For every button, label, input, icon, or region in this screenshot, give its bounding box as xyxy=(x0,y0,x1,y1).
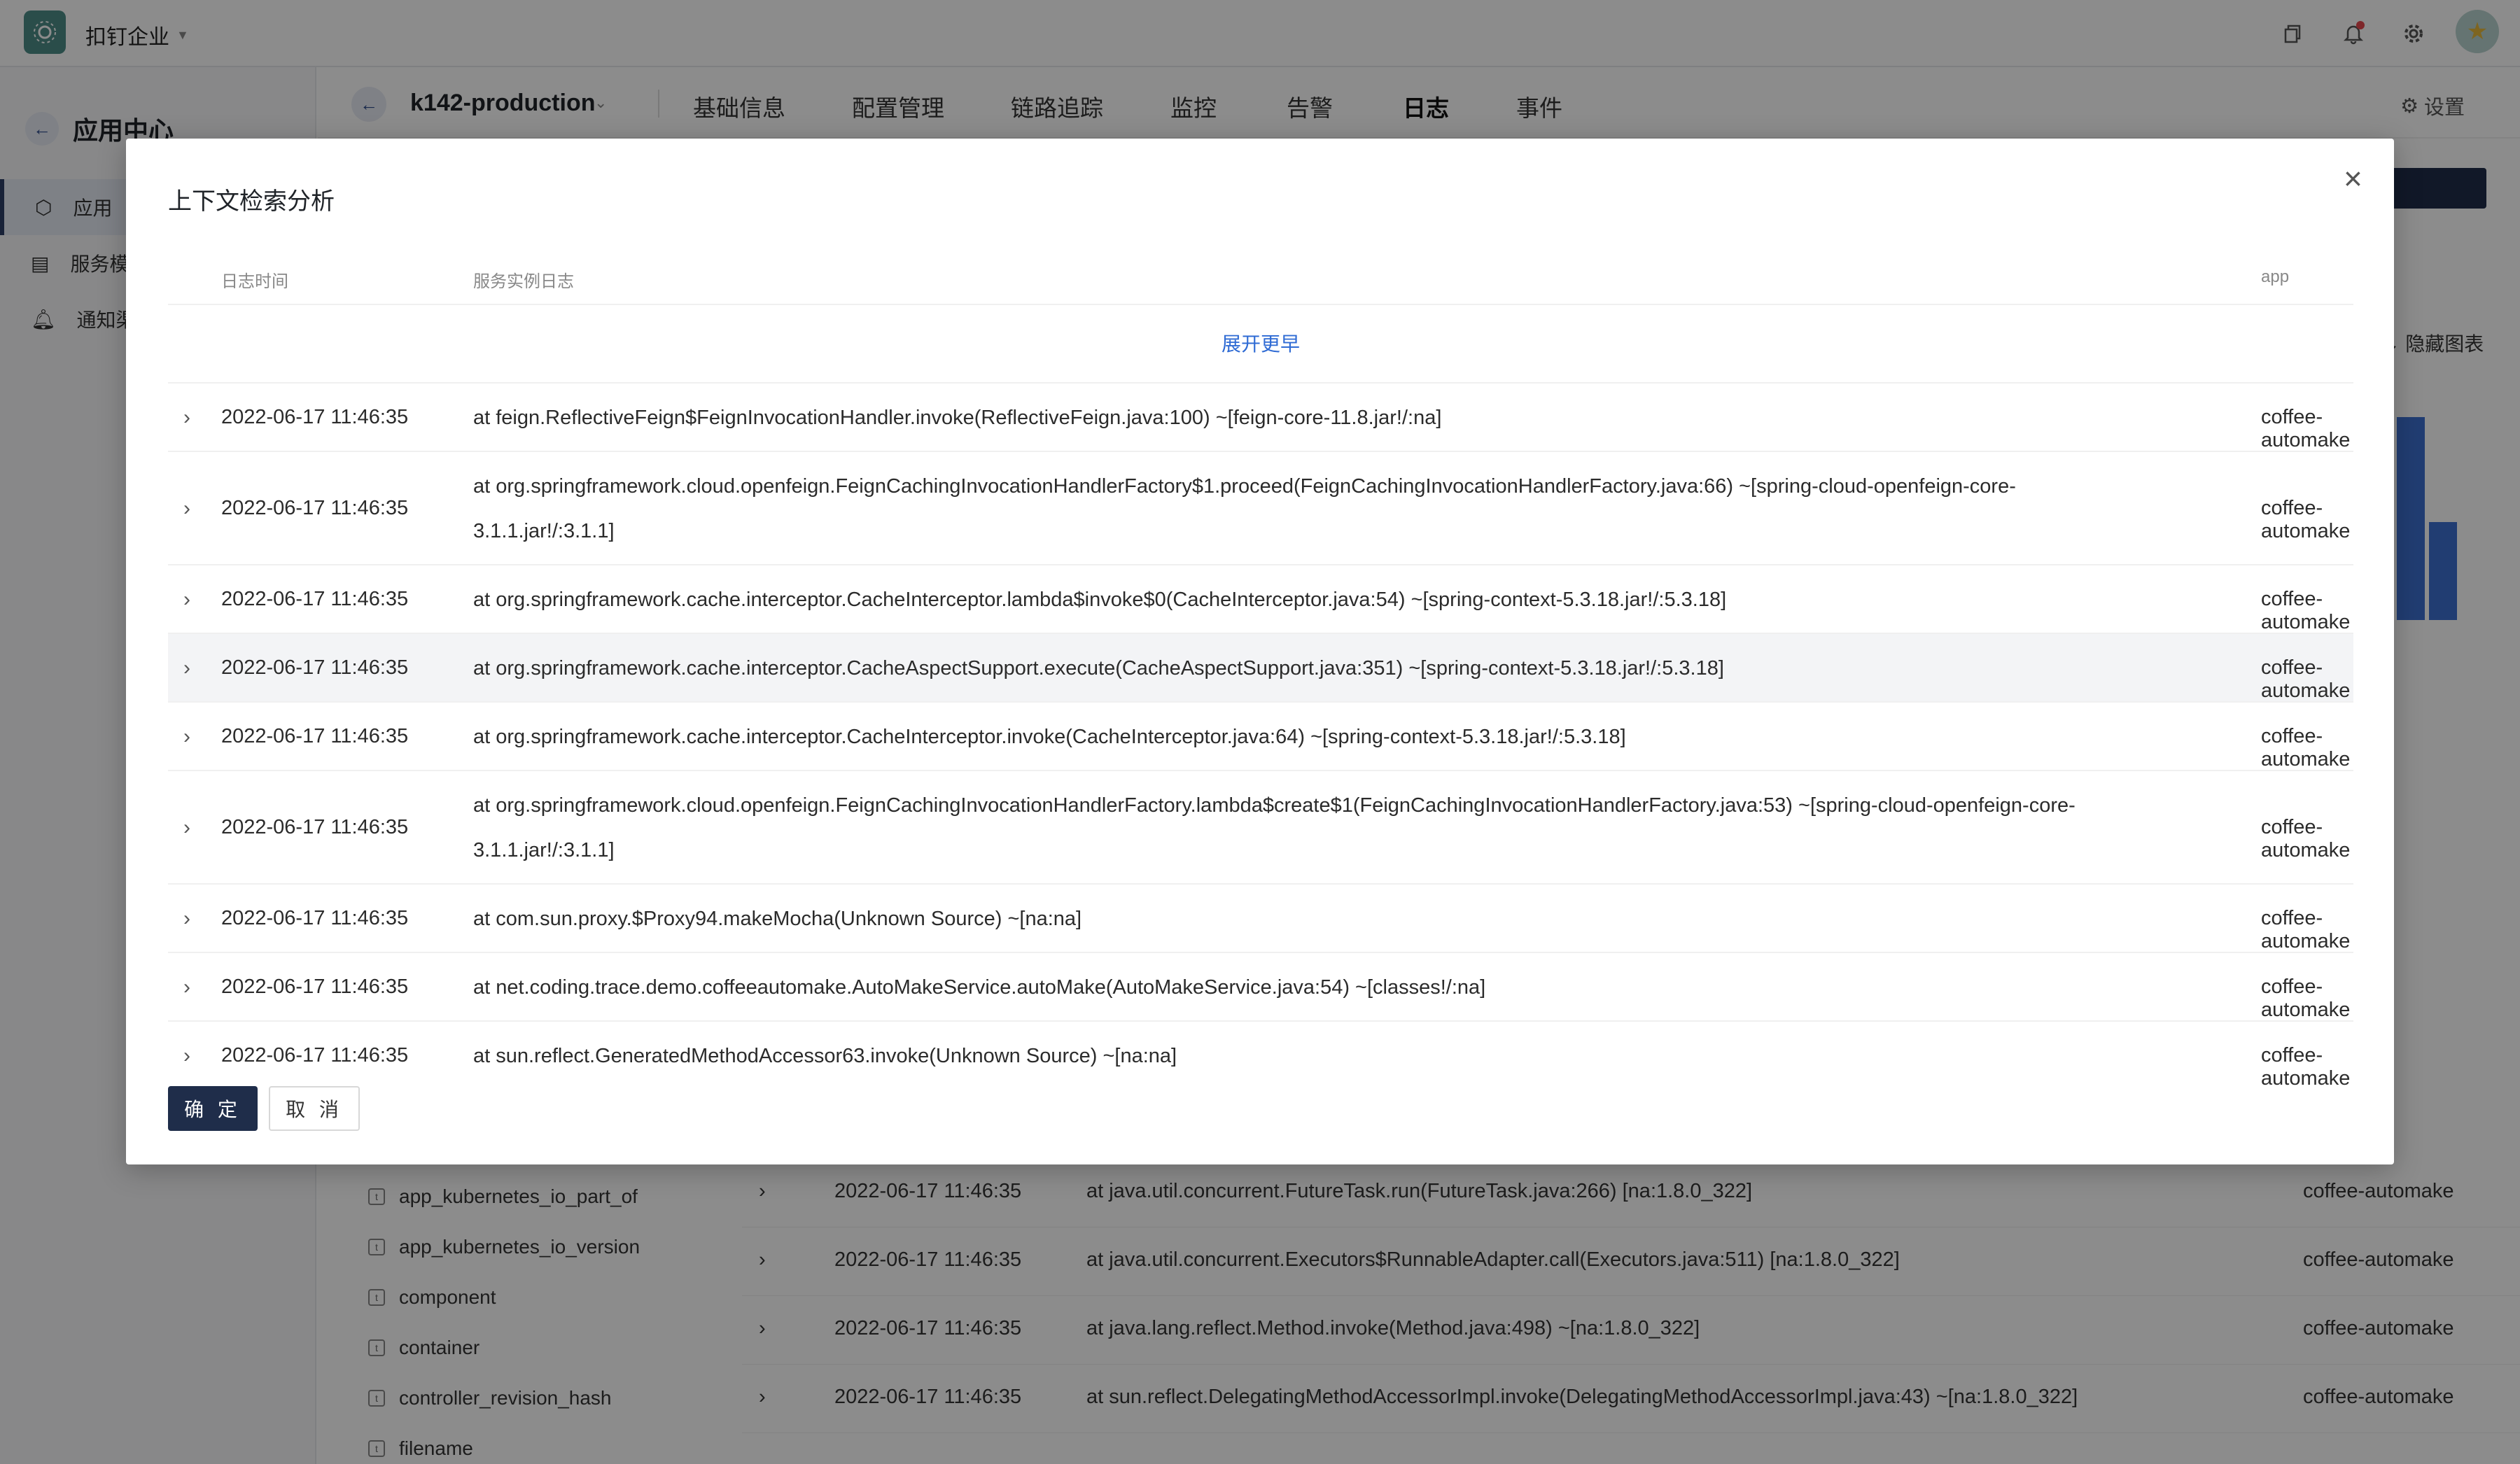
table-row[interactable]: › 2022-06-17 11:46:35 at feign.Reflectiv… xyxy=(168,383,2353,452)
log-time: 2022-06-17 11:46:35 xyxy=(221,1044,409,1067)
table-row[interactable]: › 2022-06-17 11:46:35 at com.sun.proxy.$… xyxy=(168,885,2353,953)
log-app: coffee-automake xyxy=(2261,1044,2351,1090)
chevron-right-icon[interactable]: › xyxy=(183,907,190,931)
table-row[interactable]: › 2022-06-17 11:46:35 at sun.reflect.Gen… xyxy=(168,1022,2353,1090)
log-app: coffee-automake xyxy=(2261,588,2351,633)
log-time: 2022-06-17 11:46:35 xyxy=(221,816,409,838)
log-time: 2022-06-17 11:46:35 xyxy=(221,588,409,610)
log-message: at org.springframework.cache.interceptor… xyxy=(473,589,1727,611)
chevron-right-icon[interactable]: › xyxy=(183,406,190,430)
close-icon[interactable]: × xyxy=(2344,162,2362,195)
chevron-right-icon[interactable]: › xyxy=(183,976,190,999)
chevron-right-icon[interactable]: › xyxy=(183,816,190,840)
confirm-button[interactable]: 确 定 xyxy=(168,1086,258,1131)
log-time: 2022-06-17 11:46:35 xyxy=(221,656,409,679)
table-row[interactable]: › 2022-06-17 11:46:35 at org.springframe… xyxy=(168,703,2353,771)
log-time: 2022-06-17 11:46:35 xyxy=(221,976,409,998)
log-message: at org.springframework.cloud.openfeign.F… xyxy=(473,794,2076,861)
log-message: at feign.ReflectiveFeign$FeignInvocation… xyxy=(473,407,1442,429)
table-row[interactable]: › 2022-06-17 11:46:35 at org.springframe… xyxy=(168,452,2353,565)
modal-title: 上下文检索分析 xyxy=(168,188,335,215)
log-app: coffee-automake xyxy=(2261,725,2351,770)
table-row[interactable]: › 2022-06-17 11:46:35 at org.springframe… xyxy=(168,634,2353,703)
log-app: coffee-automake xyxy=(2261,656,2351,702)
chevron-right-icon[interactable]: › xyxy=(183,588,190,612)
chevron-right-icon[interactable]: › xyxy=(183,725,190,749)
log-message: at org.springframework.cache.interceptor… xyxy=(473,657,1724,680)
table-row[interactable]: › 2022-06-17 11:46:35 at org.springframe… xyxy=(168,771,2353,885)
cancel-button[interactable]: 取 消 xyxy=(269,1086,360,1131)
log-time: 2022-06-17 11:46:35 xyxy=(221,907,409,929)
column-header-log: 服务实例日志 xyxy=(473,272,574,291)
context-search-modal: 上下文检索分析 × 日志时间 服务实例日志 app 展开更早 › 2022-06… xyxy=(126,139,2394,1164)
log-time: 2022-06-17 11:46:35 xyxy=(221,497,409,519)
chevron-right-icon[interactable]: › xyxy=(183,656,190,680)
log-app: coffee-automake xyxy=(2261,406,2351,451)
table-header: 日志时间 服务实例日志 app xyxy=(168,244,2353,305)
column-header-time: 日志时间 xyxy=(221,272,288,291)
log-message: at org.springframework.cache.interceptor… xyxy=(473,726,1626,748)
log-app: coffee-automake xyxy=(2261,497,2351,542)
log-table: 日志时间 服务实例日志 app 展开更早 › 2022-06-17 11:46:… xyxy=(168,244,2353,1090)
log-message: at sun.reflect.GeneratedMethodAccessor63… xyxy=(473,1045,1177,1067)
column-header-app: app xyxy=(2261,267,2290,286)
log-message: at net.coding.trace.demo.coffeeautomake.… xyxy=(473,976,1486,999)
expand-earlier-link[interactable]: 展开更早 xyxy=(168,305,2353,383)
log-app: coffee-automake xyxy=(2261,976,2351,1021)
log-time: 2022-06-17 11:46:35 xyxy=(221,406,409,428)
table-row[interactable]: › 2022-06-17 11:46:35 at net.coding.trac… xyxy=(168,953,2353,1022)
log-time: 2022-06-17 11:46:35 xyxy=(221,725,409,747)
log-message: at com.sun.proxy.$Proxy94.makeMocha(Unkn… xyxy=(473,908,1082,930)
chevron-right-icon[interactable]: › xyxy=(183,1044,190,1068)
log-message: at org.springframework.cloud.openfeign.F… xyxy=(473,475,2016,542)
chevron-right-icon[interactable]: › xyxy=(183,497,190,521)
table-row[interactable]: › 2022-06-17 11:46:35 at org.springframe… xyxy=(168,565,2353,634)
log-app: coffee-automake xyxy=(2261,907,2351,952)
log-app: coffee-automake xyxy=(2261,816,2351,861)
